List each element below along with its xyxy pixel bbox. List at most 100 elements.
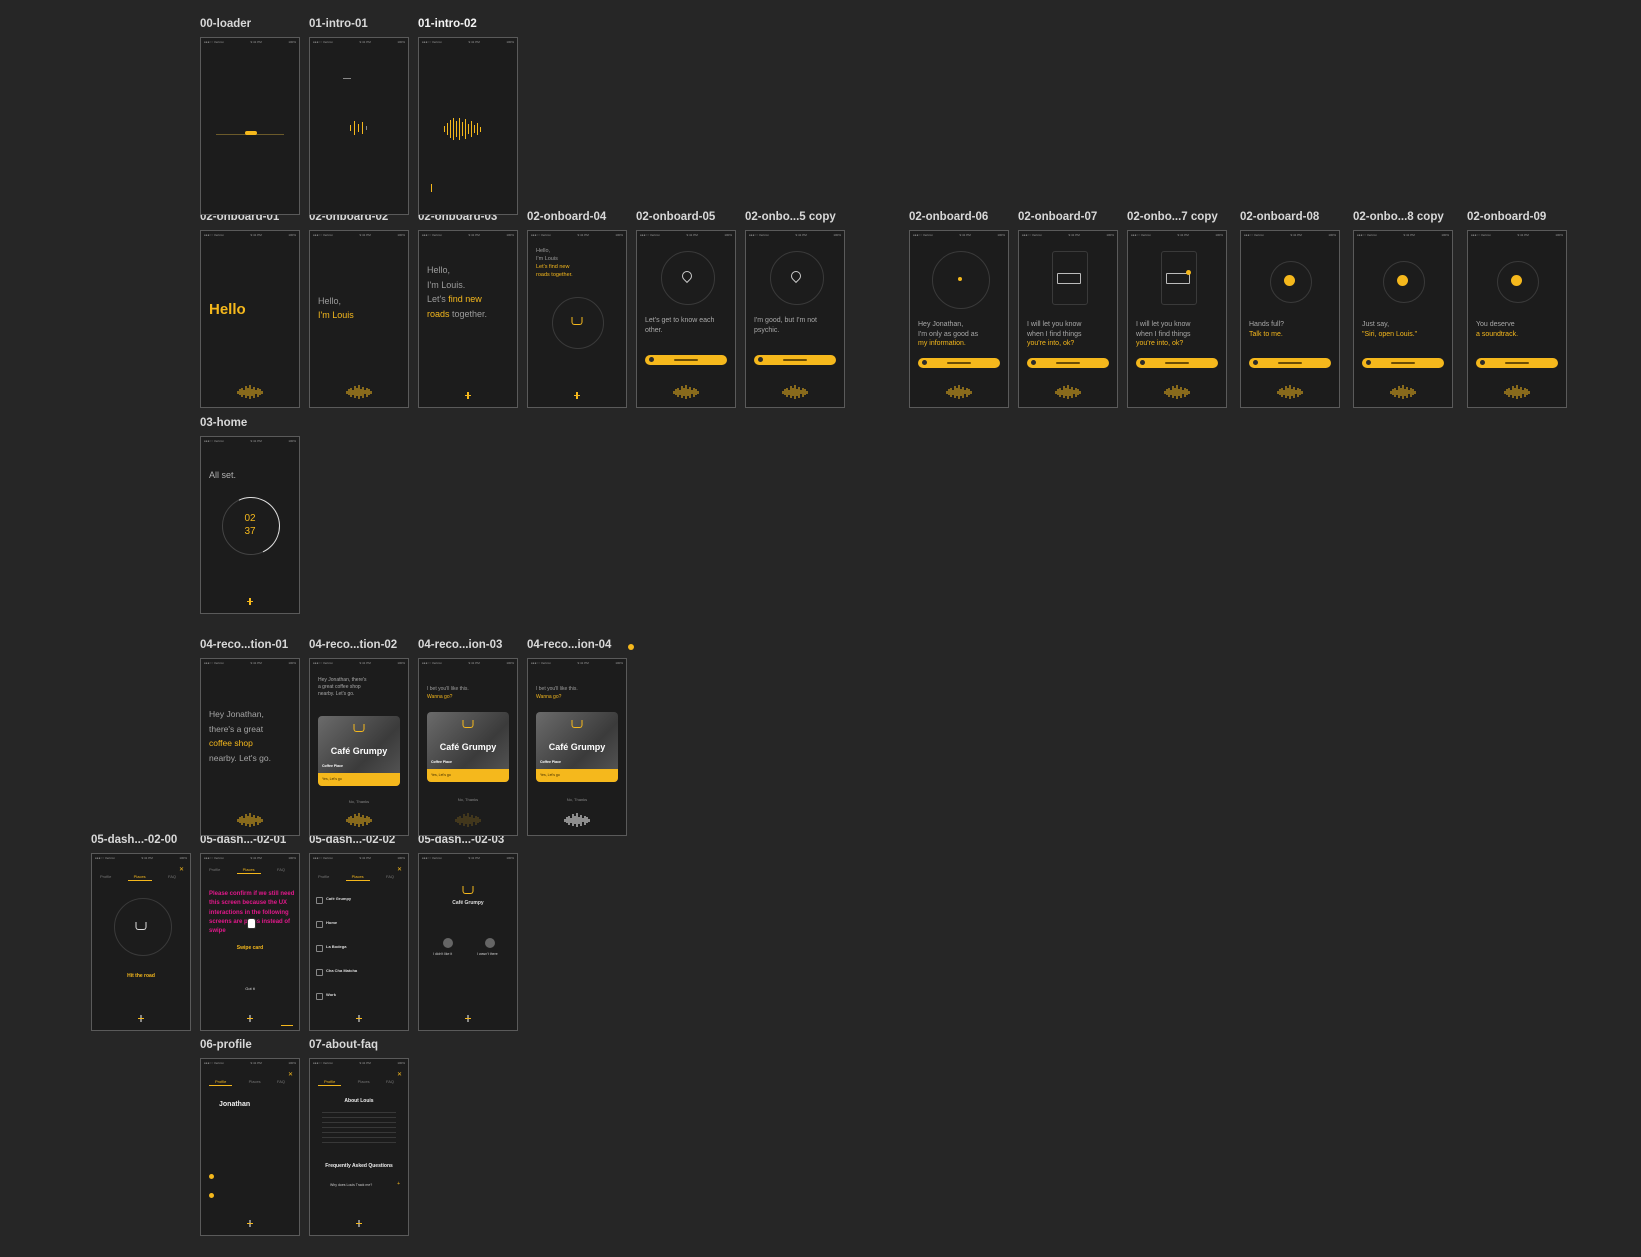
artboard-onboard-08[interactable]: ●●●○○ Verizon 9:41 PM 100% Hands full? Tal… [1240,230,1340,408]
tab-places[interactable]: Places [345,874,370,881]
mic-icon[interactable] [356,1220,362,1227]
place-item[interactable]: La Bodega [326,944,346,949]
artboard-onboard-05-copy[interactable]: ●●●○○ Verizon 9:41 PM 100% I'm good, but I… [745,230,845,408]
artboard-onboard-01[interactable]: ●●●○○ Verizon 9:41 PM 100% Hello [200,230,300,408]
go-button[interactable]: Yes, Let's go [427,769,509,782]
enable-microphone-button[interactable] [1362,358,1444,368]
decline-button[interactable]: No, Thanks [528,797,626,802]
enable-location-button[interactable] [918,358,1000,368]
faq-question[interactable]: Why does Louis Track me? [330,1183,372,1187]
artboard-reco-04[interactable]: ●●●○○ Verizon 9:41 PM 100% I bet you'll li… [527,658,627,836]
voice-wave[interactable] [1390,385,1416,399]
tab-places[interactable]: Places [127,874,152,881]
mic-icon[interactable] [356,1015,362,1022]
voice-wave[interactable] [673,385,699,399]
tab-profile[interactable]: Profile [209,1079,233,1086]
artboard-dash-02[interactable]: ●●●○○ Verizon 9:41 PM 100% ✕ Profile Places… [309,853,409,1031]
artboard-label[interactable]: 00-loader [200,18,251,30]
voice-wave[interactable] [237,385,263,399]
artboard-label[interactable]: 04-reco...tion-02 [309,639,397,651]
selection-handle[interactable] [628,644,634,650]
voice-wave[interactable] [346,385,372,399]
artboard-onboard-04[interactable]: ●●●○○ Verizon 9:41 PM 100% Hello, I'm Loui… [527,230,627,408]
artboard-onboard-03[interactable]: ●●●○○ Verizon 9:41 PM 100% Hello, I'm Loui… [418,230,518,408]
artboard-about-faq[interactable]: ●●●○○ Verizon 9:41 PM 100% ✕ Profile Places… [309,1058,409,1236]
artboard-intro-01[interactable]: ●●●○○ Verizon 9:41 PM 100% [309,37,409,215]
mic-icon[interactable] [247,1015,253,1022]
artboard-label[interactable]: 02-onboard-05 [636,211,715,223]
artboard-onboard-07-copy[interactable]: ●●●○○ Verizon 9:41 PM 100% I will let you … [1127,230,1227,408]
artboard-dash-01[interactable]: ●●●○○ Verizon 9:41 PM 100% Profile Places FA… [200,853,300,1031]
artboard-label[interactable]: 01-intro-02 [418,18,477,30]
close-icon[interactable]: ✕ [397,1071,402,1078]
mic-icon[interactable] [247,1220,253,1227]
artboard-label[interactable]: 02-onboard-04 [527,211,606,223]
artboard-label[interactable]: 05-dash...-02-00 [91,834,177,846]
sign-in-google-button[interactable] [754,355,836,365]
artboard-label[interactable]: 02-onbo...7 copy [1127,211,1218,223]
voice-wave[interactable] [946,385,972,399]
enable-notifications-button[interactable] [1027,358,1109,368]
place-card[interactable]: Café Grumpy Coffee Place Yes, Let's go [318,716,400,786]
tab-faq[interactable]: FAQ [386,874,394,881]
artboard-reco-03[interactable]: ●●●○○ Verizon 9:41 PM 100% I bet you'll li… [418,658,518,836]
plus-icon[interactable]: + [397,1181,400,1187]
voice-wave[interactable] [455,813,481,827]
artboard-label[interactable]: 04-reco...ion-03 [418,639,502,651]
artboard-home[interactable]: ●●●○○ Verizon 9:41 PM 100% All set. 02 37 [200,436,300,614]
artboard-loader[interactable]: ●●●○○ Verizon 9:41 PM 100% [200,37,300,215]
decline-button[interactable]: No, Thanks [419,797,517,802]
close-icon[interactable]: ✕ [288,1071,293,1078]
artboard-label[interactable]: 02-onbo...8 copy [1353,211,1444,223]
tab-profile[interactable]: Profile [318,874,329,881]
tab-profile[interactable]: Profile [100,874,111,881]
artboard-intro-02[interactable]: ●●●○○ Verizon 9:41 PM 100% [418,37,518,215]
go-button[interactable]: Yes, Let's go [318,773,400,786]
artboard-label[interactable]: 04-reco...ion-04 [527,639,611,651]
tab-places[interactable]: Places [249,1079,261,1086]
tab-faq[interactable]: FAQ [168,874,176,881]
voice-wave[interactable] [564,813,590,827]
voice-wave[interactable] [1504,385,1530,399]
mic-icon[interactable] [247,598,253,605]
tab-profile[interactable]: Profile [209,867,220,874]
artboard-onboard-07[interactable]: ●●●○○ Verizon 9:41 PM 100% I will let you … [1018,230,1118,408]
voice-wave[interactable] [1055,385,1081,399]
mic-icon[interactable] [574,392,580,399]
artboard-label[interactable]: 02-onboard-08 [1240,211,1319,223]
voice-wave[interactable] [1164,385,1190,399]
artboard-reco-01[interactable]: ●●●○○ Verizon 9:41 PM 100% Hey Jonathan, t… [200,658,300,836]
voice-wave[interactable] [237,813,263,827]
artboard-label[interactable]: 02-onboard-07 [1018,211,1097,223]
artboard-dash-03[interactable]: ●●●○○ Verizon 9:41 PM 100% Café Grumpy I d… [418,853,518,1031]
tab-faq[interactable]: FAQ [277,1079,285,1086]
close-icon[interactable]: ✕ [179,866,184,873]
dislike-button[interactable] [443,938,453,948]
artboard-label[interactable]: 02-onboard-09 [1467,211,1546,223]
artboard-label[interactable]: 06-profile [200,1039,252,1051]
artboard-onboard-02[interactable]: ●●●○○ Verizon 9:41 PM 100% Hello, I'm Loui… [309,230,409,408]
enable-microphone-button[interactable] [1249,358,1331,368]
place-item[interactable]: Cha Cha Matcha [326,968,357,973]
artboard-dash-00[interactable]: ●●●○○ Verizon 9:41 PM 100% ✕ Profile Places… [91,853,191,1031]
artboard-label[interactable]: 04-reco...tion-01 [200,639,288,651]
artboard-label[interactable]: 02-onbo...5 copy [745,211,836,223]
tab-faq[interactable]: FAQ [277,867,285,874]
artboard-onboard-05[interactable]: ●●●○○ Verizon 9:41 PM 100% Let's get to kn… [636,230,736,408]
voice-wave[interactable] [1277,385,1303,399]
mic-icon[interactable] [465,392,471,399]
artboard-reco-02[interactable]: ●●●○○ Verizon 9:41 PM 100% Hey Jonathan, t… [309,658,409,836]
tab-places[interactable]: Places [236,867,261,874]
artboard-label[interactable]: 03-home [200,417,247,429]
not-there-button[interactable] [485,938,495,948]
mic-icon[interactable] [138,1015,144,1022]
close-icon[interactable]: ✕ [397,866,402,873]
sign-in-google-button[interactable] [645,355,727,365]
artboard-label[interactable]: 01-intro-01 [309,18,368,30]
artboard-onboard-06[interactable]: ●●●○○ Verizon 9:41 PM 100% Hey Jonathan, I… [909,230,1009,408]
go-button[interactable]: Yes, Let's go [536,769,618,782]
place-card[interactable]: Café Grumpy Coffee Place Yes, Let's go [536,712,618,782]
artboard-profile[interactable]: ●●●○○ Verizon 9:41 PM 100% ✕ Profile Places… [200,1058,300,1236]
got-it-button[interactable]: Got it [201,986,299,991]
mic-icon[interactable] [465,1015,471,1022]
